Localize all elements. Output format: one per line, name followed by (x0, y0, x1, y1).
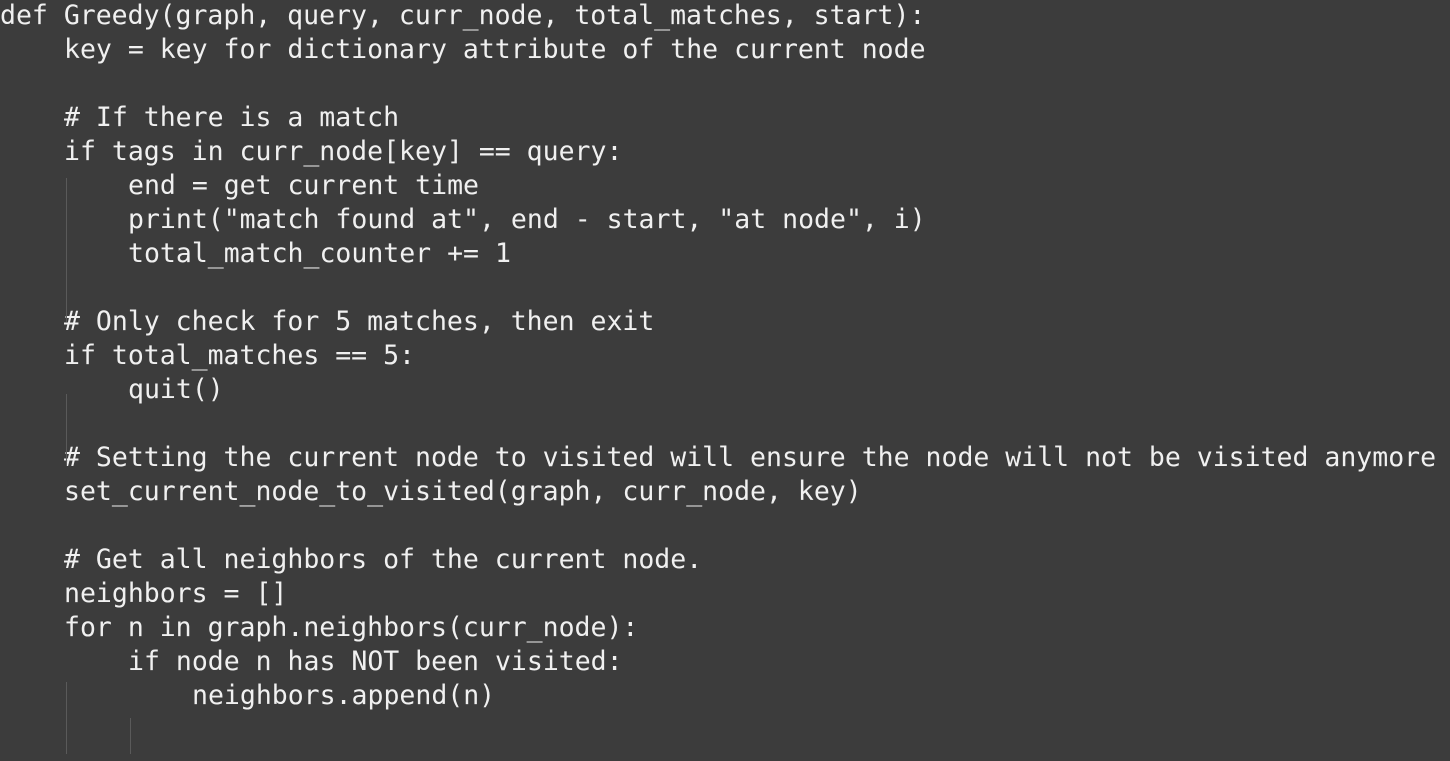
code-line: end = get current time (128, 170, 479, 201)
code-line: # If there is a match (64, 102, 400, 133)
code-line: key = key for dictionary attribute of th… (64, 34, 926, 65)
code-block: def Greedy(graph, query, curr_node, tota… (0, 0, 1436, 714)
indent-guide (66, 682, 67, 754)
code-line: # Get all neighbors of the current node. (64, 544, 703, 575)
indent-guide (130, 718, 131, 754)
indent-guide (66, 394, 67, 466)
code-line: neighbors = [] (64, 578, 288, 609)
code-line: print("match found at", end - start, "at… (128, 204, 926, 235)
code-line: total_match_counter += 1 (128, 238, 511, 269)
code-line: quit() (128, 374, 224, 405)
code-line: # Only check for 5 matches, then exit (64, 306, 655, 337)
code-line: if total_matches == 5: (64, 340, 415, 371)
code-line: # Setting the current node to visited wi… (64, 442, 1437, 473)
code-line: def Greedy(graph, query, curr_node, tota… (0, 0, 926, 31)
code-line: if tags in curr_node[key] == query: (64, 136, 623, 167)
code-editor[interactable]: def Greedy(graph, query, curr_node, tota… (0, 0, 1450, 761)
indent-guide (66, 178, 67, 322)
code-line: neighbors.append(n) (192, 680, 496, 711)
code-line: for n in graph.neighbors(curr_node): (64, 612, 639, 643)
code-line: set_current_node_to_visited(graph, curr_… (64, 476, 862, 507)
code-line: if node n has NOT been visited: (128, 646, 623, 677)
